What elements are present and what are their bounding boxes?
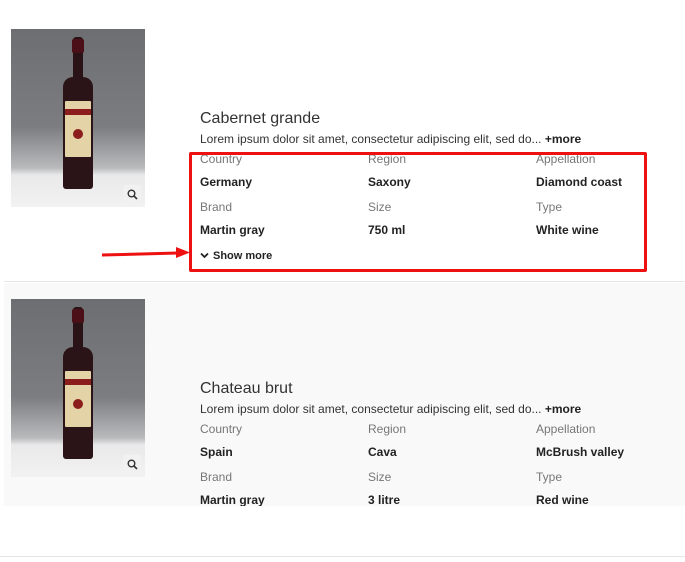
attribute-label: Appellation	[536, 422, 596, 436]
attribute-value: 3 litre	[368, 493, 401, 506]
attribute-region: Region Cava	[368, 422, 528, 460]
product-list: Cabernet grande Lorem ipsum dolor sit am…	[0, 0, 685, 562]
description-text: Lorem ipsum dolor sit amet, consectetur …	[200, 402, 542, 416]
wine-bottle-graphic	[63, 307, 93, 462]
attribute-type: Type Red wine	[536, 470, 685, 506]
attribute-value: Martin gray	[200, 493, 265, 506]
attribute-label: Size	[368, 470, 392, 484]
product-title[interactable]: Chateau brut	[200, 379, 670, 399]
attribute-brand: Brand Martin gray	[200, 470, 360, 506]
attribute-label: Country	[200, 422, 243, 436]
product-title[interactable]: Cabernet grande	[200, 109, 670, 129]
product-image[interactable]	[11, 29, 145, 207]
attribute-value: Red wine	[536, 493, 589, 506]
product-card: Chateau brut Lorem ipsum dolor sit amet,…	[4, 283, 685, 506]
product-description: Lorem ipsum dolor sit amet, consectetur …	[200, 130, 670, 148]
magnifier-icon[interactable]	[123, 185, 141, 203]
magnifier-icon[interactable]	[123, 455, 141, 473]
attribute-label: Type	[536, 470, 563, 484]
product-info: Chateau brut Lorem ipsum dolor sit amet,…	[200, 379, 670, 506]
product-description: Lorem ipsum dolor sit amet, consectetur …	[200, 400, 670, 418]
attribute-label: Brand	[200, 470, 233, 484]
attribute-country: Country Spain	[200, 422, 360, 460]
more-link[interactable]: +more	[545, 402, 581, 416]
attribute-grid: Country Spain Region Cava Appellation Mc…	[200, 422, 670, 506]
wine-bottle-graphic	[63, 37, 93, 192]
attribute-size: Size 3 litre	[368, 470, 528, 506]
divider	[0, 556, 685, 557]
description-text: Lorem ipsum dolor sit amet, consectetur …	[200, 132, 542, 146]
highlight-box	[189, 152, 647, 272]
attribute-appellation: Appellation McBrush valley	[536, 422, 685, 460]
attribute-value: Spain	[200, 445, 233, 459]
product-image[interactable]	[11, 299, 145, 477]
more-link[interactable]: +more	[545, 132, 581, 146]
attribute-label: Region	[368, 422, 407, 436]
arrow-right-icon	[101, 247, 190, 258]
attribute-value: McBrush valley	[536, 445, 625, 459]
attribute-value: Cava	[368, 445, 397, 459]
